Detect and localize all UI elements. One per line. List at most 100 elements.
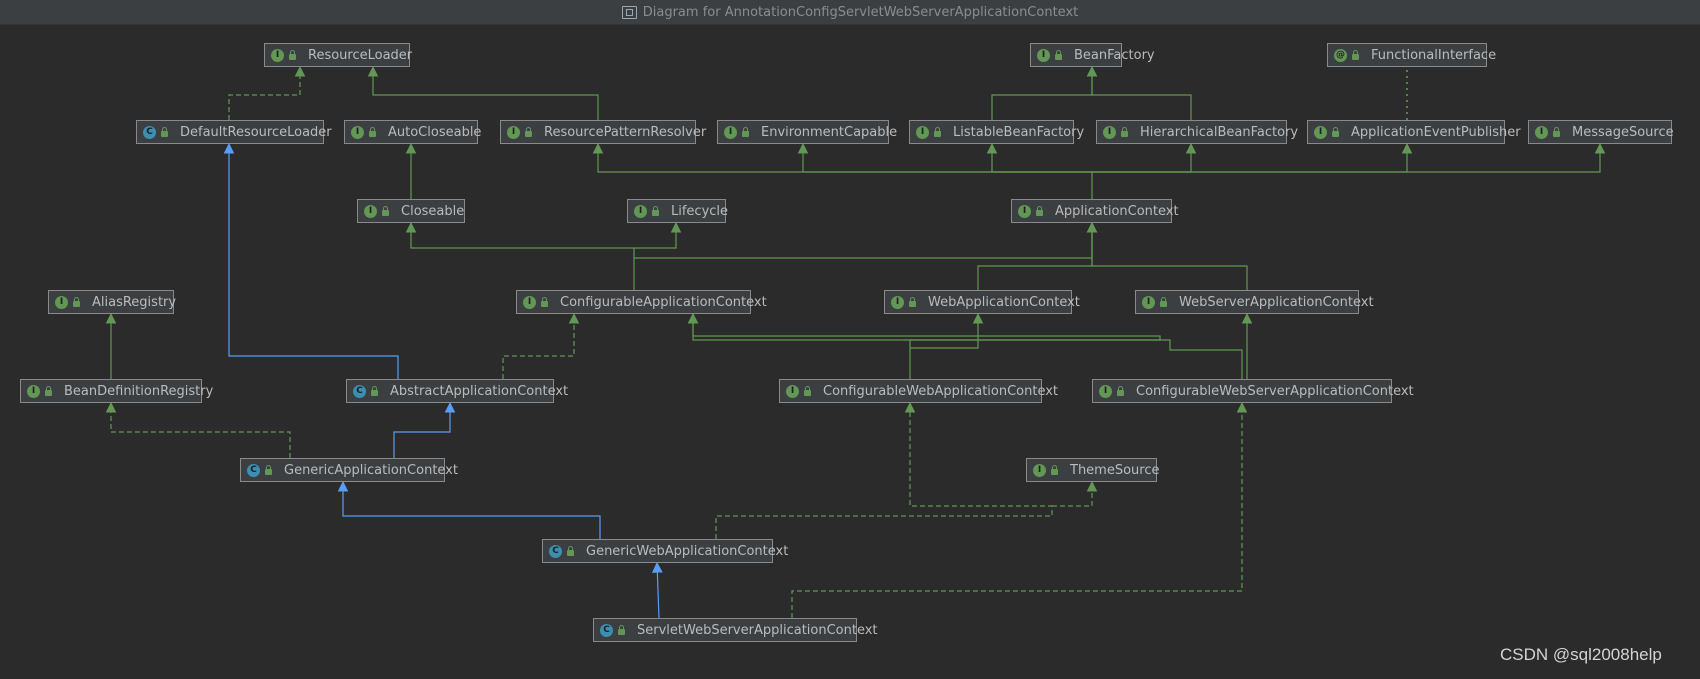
node-label: BeanDefinitionRegistry — [64, 383, 214, 399]
node-label: AutoCloseable — [388, 124, 482, 140]
edge-application-context-to-environment-capable — [797, 142, 1092, 173]
public-lock-icon — [1051, 464, 1058, 475]
node-theme-source[interactable]: I ThemeSource — [1026, 458, 1160, 482]
node-label: GenericApplicationContext — [284, 462, 458, 478]
node-listable-bean-factory[interactable]: I ListableBeanFactory — [909, 120, 1084, 144]
node-label: WebServerApplicationContext — [1179, 294, 1374, 310]
public-lock-icon — [909, 296, 916, 307]
edge-generic-application-context-to-bean-definition-registry — [105, 401, 291, 458]
interface-icon: I — [27, 384, 40, 398]
node-label: AliasRegistry — [92, 294, 177, 310]
edge-generic-web-application-context-to-theme-source — [1052, 480, 1098, 507]
public-lock-icon — [1332, 126, 1339, 137]
public-lock-icon — [1352, 49, 1359, 60]
node-default-resource-loader[interactable]: C DefaultResourceLoader — [136, 120, 332, 144]
node-servlet-web-server-application-context[interactable]: C ServletWebServerApplicationContext — [593, 618, 878, 642]
node-label: DefaultResourceLoader — [180, 124, 332, 140]
node-label: BeanFactory — [1074, 47, 1155, 63]
node-label: FunctionalInterface — [1371, 47, 1497, 63]
edge-configurable-application-context-to-application-context — [634, 221, 1098, 259]
class-icon: C — [143, 125, 156, 139]
node-label: HierarchicalBeanFactory — [1140, 124, 1299, 140]
edge-application-context-to-listable-bean-factory — [986, 142, 1092, 173]
interface-icon: I — [364, 204, 377, 218]
interface-icon: I — [523, 295, 536, 309]
watermark: CSDN @sql2008help — [1500, 645, 1662, 664]
edge-generic-application-context-to-abstract-application-context — [393, 401, 456, 458]
class-icon: C — [247, 463, 260, 477]
node-application-context[interactable]: I ApplicationContext — [1011, 199, 1179, 223]
node-label: ConfigurableWebApplicationContext — [823, 383, 1059, 399]
node-label: ConfigurableWebServerApplicationContext — [1136, 383, 1414, 399]
node-label: EnvironmentCapable — [761, 124, 898, 140]
node-lifecycle[interactable]: I Lifecycle — [627, 199, 728, 223]
node-bean-definition-registry[interactable]: I BeanDefinitionRegistry — [20, 379, 213, 403]
edge-servlet-web-server-application-context-to-generic-web-application-context — [651, 561, 663, 619]
edge-hierarchical-bean-factory-to-bean-factory — [1086, 65, 1192, 120]
node-application-event-publisher[interactable]: I ApplicationEventPublisher — [1307, 120, 1521, 144]
interface-icon: I — [507, 125, 520, 139]
interface-icon: I — [916, 125, 929, 139]
public-lock-icon — [1117, 385, 1124, 396]
node-generic-application-context[interactable]: C GenericApplicationContext — [240, 458, 458, 482]
node-configurable-application-context[interactable]: I ConfigurableApplicationContext — [516, 290, 767, 314]
public-lock-icon — [1121, 126, 1128, 137]
public-lock-icon — [371, 385, 378, 396]
node-auto-closeable[interactable]: I AutoCloseable — [344, 120, 481, 144]
node-label: ServletWebServerApplicationContext — [637, 622, 878, 638]
node-alias-registry[interactable]: I AliasRegistry — [48, 290, 176, 314]
edge-default-resource-loader-to-resource-loader — [228, 65, 306, 120]
edge-abstract-application-context-to-configurable-application-context — [502, 312, 580, 379]
node-label: AbstractApplicationContext — [390, 383, 569, 399]
edge-configurable-application-context-to-lifecycle — [634, 221, 682, 249]
public-lock-icon — [265, 464, 272, 475]
node-label: ThemeSource — [1070, 462, 1160, 478]
interface-icon: I — [271, 48, 284, 62]
node-label: MessageSource — [1572, 124, 1674, 140]
node-environment-capable[interactable]: I EnvironmentCapable — [717, 120, 897, 144]
node-label: ResourcePatternResolver — [544, 124, 707, 140]
public-lock-icon — [369, 126, 376, 137]
node-label: WebApplicationContext — [928, 294, 1080, 310]
edge-generic-web-application-context-to-configurable-web-application-context — [715, 401, 1053, 539]
public-lock-icon — [541, 296, 548, 307]
public-lock-icon — [45, 385, 52, 396]
interface-icon: I — [351, 125, 364, 139]
node-label: ConfigurableApplicationContext — [560, 294, 767, 310]
node-message-source[interactable]: I MessageSource — [1528, 120, 1674, 144]
public-lock-icon — [567, 545, 574, 556]
public-lock-icon — [804, 385, 811, 396]
edge-application-context-to-application-event-publisher — [1092, 142, 1413, 173]
edge-resource-pattern-resolver-to-resource-loader — [367, 65, 599, 120]
node-hierarchical-bean-factory[interactable]: I HierarchicalBeanFactory — [1096, 120, 1298, 144]
node-functional-interface[interactable]: @ FunctionalInterface — [1327, 43, 1496, 67]
node-configurable-web-application-context[interactable]: I ConfigurableWebApplicationContext — [779, 379, 1058, 403]
edge-web-server-application-context-to-application-context — [1086, 221, 1248, 290]
edge-application-context-to-hierarchical-bean-factory — [1092, 142, 1197, 173]
interface-icon: I — [55, 295, 68, 309]
public-lock-icon — [1553, 126, 1560, 137]
interface-icon: I — [1037, 48, 1050, 62]
public-lock-icon — [382, 205, 389, 216]
edge-generic-web-application-context-to-generic-application-context — [337, 480, 601, 539]
edge-listable-bean-factory-to-bean-factory — [991, 65, 1098, 120]
node-resource-loader[interactable]: I ResourceLoader — [264, 43, 412, 67]
node-configurable-web-server-application-context[interactable]: I ConfigurableWebServerApplicationContext — [1092, 379, 1414, 403]
edge-configurable-web-application-context-to-web-application-context — [909, 312, 984, 379]
edge-servlet-web-server-application-context-to-configurable-web-server-application-context — [791, 401, 1248, 618]
public-lock-icon — [73, 296, 80, 307]
class-icon: C — [600, 623, 613, 637]
public-lock-icon — [525, 126, 532, 137]
node-web-server-application-context[interactable]: I WebServerApplicationContext — [1135, 290, 1374, 314]
inheritance-edges — [105, 65, 1606, 619]
abstract-icon: C — [353, 384, 366, 398]
public-lock-icon — [289, 49, 296, 60]
node-closeable[interactable]: I Closeable — [357, 199, 465, 223]
node-resource-pattern-resolver[interactable]: I ResourcePatternResolver — [500, 120, 706, 144]
node-web-application-context[interactable]: I WebApplicationContext — [884, 290, 1080, 314]
interface-icon: I — [1018, 204, 1031, 218]
public-lock-icon — [742, 126, 749, 137]
node-bean-factory[interactable]: I BeanFactory — [1030, 43, 1155, 67]
node-generic-web-application-context[interactable]: C GenericWebApplicationContext — [542, 539, 788, 563]
node-abstract-application-context[interactable]: C AbstractApplicationContext — [346, 379, 568, 403]
